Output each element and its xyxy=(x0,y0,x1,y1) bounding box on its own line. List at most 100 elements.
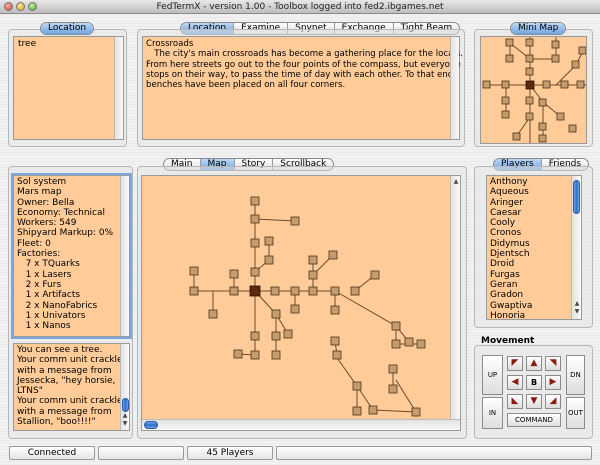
messages-scroll-thumb[interactable] xyxy=(122,398,129,412)
command-button[interactable]: COMMAND xyxy=(507,413,561,427)
center-b-button[interactable]: B xyxy=(526,375,542,390)
info-text: Sol system Mars map Owner: Bella Economy… xyxy=(14,176,129,332)
players-scroll-down-icon[interactable]: ▼ xyxy=(573,308,581,316)
info-line: 1 x Nanos xyxy=(17,321,71,332)
scroll-up-arrow-icon[interactable]: ▲ xyxy=(121,412,129,420)
map-vertical-scrollbar[interactable]: ▲ xyxy=(450,176,460,420)
map-horizontal-scrollbar[interactable] xyxy=(142,419,460,430)
north-west-arrow-icon[interactable]: ◤ xyxy=(507,356,523,371)
map-room xyxy=(391,339,401,349)
player-item[interactable]: Didymus xyxy=(490,239,578,249)
players-pane: Anthony Aqueous Aringer Caesar Cooly Cro… xyxy=(486,175,582,322)
south-arrow-icon[interactable]: ▼ xyxy=(526,394,542,409)
player-item[interactable]: Aqueous xyxy=(490,187,578,197)
map-current-room xyxy=(249,285,261,297)
player-item[interactable]: Gwaptiva xyxy=(490,301,578,311)
info-line: Mars map xyxy=(17,187,62,198)
north-arrow-icon[interactable]: ▲ xyxy=(526,356,542,371)
map-room xyxy=(350,286,360,296)
player-item[interactable]: Gradon xyxy=(490,290,578,300)
map-room xyxy=(208,309,218,319)
north-east-arrow-icon[interactable]: ◥ xyxy=(545,356,561,371)
message-line: LTNS" xyxy=(17,386,43,397)
map-scroll-up-icon[interactable]: ▲ xyxy=(452,178,460,186)
player-item[interactable]: Cronos xyxy=(490,228,578,238)
info-scrollbar[interactable] xyxy=(120,176,129,336)
message-line: with a message from xyxy=(17,365,112,376)
players-scrollbar[interactable]: ▲ ▼ xyxy=(571,176,581,319)
mini-map-title: Mini Map xyxy=(511,23,566,34)
mini-map-room xyxy=(512,132,521,141)
minimize-window-button[interactable] xyxy=(16,2,25,11)
map-room xyxy=(290,304,300,314)
player-item[interactable]: Droid xyxy=(490,259,578,269)
map-pane: ▲ xyxy=(141,175,461,431)
description-line: benches have been placed on all four cor… xyxy=(146,80,346,91)
south-east-arrow-icon[interactable]: ◢ xyxy=(545,394,561,409)
map-room xyxy=(283,329,293,339)
mini-map-room xyxy=(525,38,534,47)
east-arrow-icon[interactable]: ▶ xyxy=(545,375,561,390)
messages-scrollbar[interactable]: ▲ ▼ xyxy=(120,344,129,430)
mini-map-room xyxy=(501,80,510,89)
close-window-button[interactable] xyxy=(4,2,13,11)
player-item[interactable]: Djentsch xyxy=(490,249,578,259)
map-hscroll-thumb[interactable] xyxy=(144,421,158,429)
players-scroll-up-icon[interactable]: ▲ xyxy=(573,300,581,308)
south-west-arrow-icon[interactable]: ◣ xyxy=(507,394,523,409)
map-room xyxy=(250,267,260,277)
message-line: with a message from xyxy=(17,406,112,417)
map-room xyxy=(271,331,281,341)
window-title-bar: FedTermX - version 1.00 - Toolbox logged… xyxy=(0,0,600,14)
mini-map-room xyxy=(551,54,560,63)
player-item[interactable]: Caesar xyxy=(490,208,578,218)
map-room xyxy=(229,269,239,279)
location-scrollbar[interactable] xyxy=(114,37,123,139)
player-item[interactable]: Aringer xyxy=(490,198,578,208)
map-room xyxy=(290,216,300,226)
message-line: Your comm unit crackles xyxy=(17,396,128,407)
description-scrollbar[interactable] xyxy=(450,37,459,139)
window-controls xyxy=(4,2,37,11)
scroll-down-arrow-icon[interactable]: ▼ xyxy=(121,420,129,428)
up-button[interactable]: UP xyxy=(482,355,503,395)
window-title: FedTermX - version 1.00 - Toolbox logged… xyxy=(156,2,444,12)
player-item[interactable]: Furgas xyxy=(490,270,578,280)
player-item[interactable]: Honoria xyxy=(490,311,578,321)
location-title: Location xyxy=(41,23,94,34)
map-room xyxy=(330,336,340,346)
message-line: Stallion, "boo!!!!" xyxy=(17,417,96,428)
info-line: Factories: xyxy=(17,249,61,260)
map-room xyxy=(388,384,398,394)
map-room xyxy=(370,270,380,280)
in-button[interactable]: IN xyxy=(482,397,503,429)
map-room xyxy=(233,349,243,359)
players-scroll-thumb[interactable] xyxy=(573,180,580,214)
info-line: Owner: Bella xyxy=(17,197,75,208)
message-line: Your comm unit crackles xyxy=(17,355,128,366)
description-pane: Crossroads The city's main crossroads ha… xyxy=(142,36,463,140)
mini-map-room xyxy=(576,80,585,89)
players-list: Anthony Aqueous Aringer Caesar Cooly Cro… xyxy=(487,176,581,322)
zoom-window-button[interactable] xyxy=(28,2,37,11)
mini-map-room xyxy=(568,124,577,133)
info-line: 7 x TQuarks xyxy=(17,259,80,270)
messages-pane: You can see a tree. Your comm unit crack… xyxy=(13,343,130,431)
mini-map-room xyxy=(525,96,534,105)
player-item[interactable]: Geran xyxy=(490,280,578,290)
player-item[interactable]: Anthony xyxy=(490,177,578,187)
info-line: Shipyard Markup: 0% xyxy=(17,228,114,239)
info-line: Workers: 549 xyxy=(17,218,77,229)
description-line: Crossroads xyxy=(146,39,194,49)
mini-map-header: Mini Map xyxy=(510,22,567,35)
mini-map-room xyxy=(482,80,491,89)
player-item[interactable]: Cooly xyxy=(490,218,578,228)
info-line: Sol system xyxy=(17,177,67,187)
map-room xyxy=(250,331,260,341)
description-line: stops on their way, to pass the time of … xyxy=(146,69,456,80)
out-button[interactable]: OUT xyxy=(566,397,585,429)
down-button[interactable]: DN xyxy=(566,355,585,395)
description-line: From here streets go out to the four poi… xyxy=(146,59,461,70)
info-line: 1 x Artifacts xyxy=(17,290,81,301)
west-arrow-icon[interactable]: ◀ xyxy=(507,375,523,390)
